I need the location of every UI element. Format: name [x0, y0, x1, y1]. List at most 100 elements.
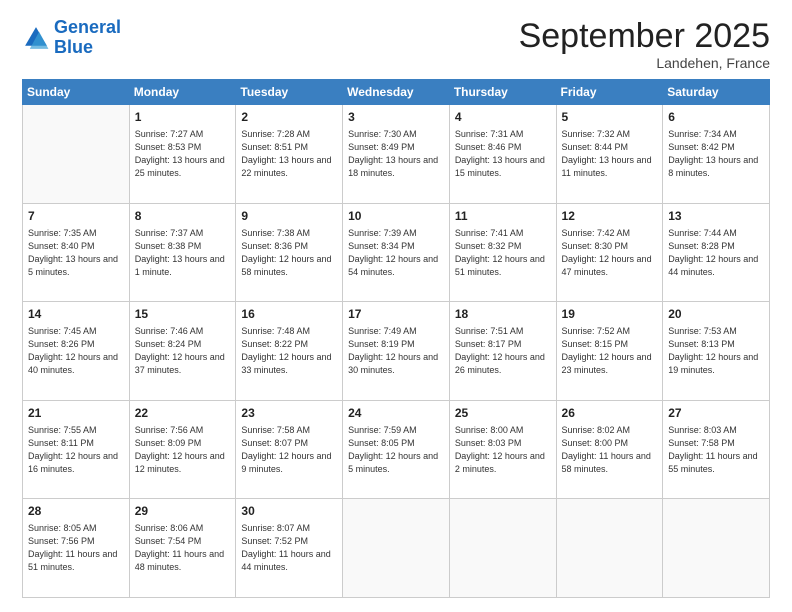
table-row: 14Sunrise: 7:45 AM Sunset: 8:26 PM Dayli… [23, 302, 130, 401]
table-row: 19Sunrise: 7:52 AM Sunset: 8:15 PM Dayli… [556, 302, 663, 401]
day-number: 22 [135, 405, 231, 422]
day-number: 21 [28, 405, 124, 422]
day-number: 25 [455, 405, 551, 422]
table-row: 23Sunrise: 7:58 AM Sunset: 8:07 PM Dayli… [236, 400, 343, 499]
day-info: Sunrise: 8:02 AM Sunset: 8:00 PM Dayligh… [562, 424, 658, 476]
table-row: 4 Sunrise: 7:31 AM Sunset: 8:46 PM Daylig… [449, 105, 556, 204]
day-info: Sunrise: 7:49 AM Sunset: 8:19 PM Dayligh… [348, 325, 444, 377]
table-row: 21 Sunrise: 7:55 AM Sunset: 8:11 PM Dayli… [23, 400, 130, 499]
day-number: 4 [455, 109, 551, 126]
day-info: Sunrise: 7:27 AM Sunset: 8:53 PM Dayligh… [135, 128, 231, 180]
table-row: 7 Sunrise: 7:35 AM Sunset: 8:40 PM Daylig… [23, 203, 130, 302]
table-row [556, 499, 663, 598]
table-row: 24 Sunrise: 7:59 AM Sunset: 8:05 PM Dayli… [343, 400, 450, 499]
calendar-week-row: 7 Sunrise: 7:35 AM Sunset: 8:40 PM Daylig… [23, 203, 770, 302]
day-info: Sunrise: 7:55 AM Sunset: 8:11 PM Dayligh… [28, 424, 124, 476]
day-info: Sunrise: 7:44 AM Sunset: 8:28 PM Dayligh… [668, 227, 764, 279]
table-row: 8 Sunrise: 7:37 AM Sunset: 8:38 PM Daylig… [129, 203, 236, 302]
day-number: 1 [135, 109, 231, 126]
day-info: Sunrise: 7:28 AM Sunset: 8:51 PM Dayligh… [241, 128, 337, 180]
table-row: 20 Sunrise: 7:53 AM Sunset: 8:13 PM Dayli… [663, 302, 770, 401]
table-row: 2 Sunrise: 7:28 AM Sunset: 8:51 PM Daylig… [236, 105, 343, 204]
day-number: 2 [241, 109, 337, 126]
calendar-week-row: 1 Sunrise: 7:27 AM Sunset: 8:53 PM Daylig… [23, 105, 770, 204]
table-row: 1 Sunrise: 7:27 AM Sunset: 8:53 PM Daylig… [129, 105, 236, 204]
day-info: Sunrise: 7:59 AM Sunset: 8:05 PM Dayligh… [348, 424, 444, 476]
col-monday: Monday [129, 80, 236, 105]
col-friday: Friday [556, 80, 663, 105]
day-number: 27 [668, 405, 764, 422]
table-row: 17 Sunrise: 7:49 AM Sunset: 8:19 PM Dayli… [343, 302, 450, 401]
page: General Blue September 2025 Landehen, Fr… [0, 0, 792, 612]
table-row: 13 Sunrise: 7:44 AM Sunset: 8:28 PM Dayli… [663, 203, 770, 302]
day-info: Sunrise: 7:53 AM Sunset: 8:13 PM Dayligh… [668, 325, 764, 377]
day-number: 26 [562, 405, 658, 422]
day-number: 10 [348, 208, 444, 225]
day-number: 16 [241, 306, 337, 323]
day-number: 17 [348, 306, 444, 323]
day-info: Sunrise: 7:58 AM Sunset: 8:07 PM Dayligh… [241, 424, 337, 476]
day-info: Sunrise: 8:07 AM Sunset: 7:52 PM Dayligh… [241, 522, 337, 574]
table-row: 25 Sunrise: 8:00 AM Sunset: 8:03 PM Dayli… [449, 400, 556, 499]
day-number: 13 [668, 208, 764, 225]
day-number: 11 [455, 208, 551, 225]
subtitle: Landehen, France [519, 55, 770, 71]
day-info: Sunrise: 7:51 AM Sunset: 8:17 PM Dayligh… [455, 325, 551, 377]
day-number: 5 [562, 109, 658, 126]
day-info: Sunrise: 8:03 AM Sunset: 7:58 PM Dayligh… [668, 424, 764, 476]
day-info: Sunrise: 7:48 AM Sunset: 8:22 PM Dayligh… [241, 325, 337, 377]
header: General Blue September 2025 Landehen, Fr… [22, 18, 770, 71]
day-number: 30 [241, 503, 337, 520]
col-sunday: Sunday [23, 80, 130, 105]
day-info: Sunrise: 7:38 AM Sunset: 8:36 PM Dayligh… [241, 227, 337, 279]
day-number: 29 [135, 503, 231, 520]
day-info: Sunrise: 7:46 AM Sunset: 8:24 PM Dayligh… [135, 325, 231, 377]
table-row: 29 Sunrise: 8:06 AM Sunset: 7:54 PM Dayli… [129, 499, 236, 598]
logo-line1: General [54, 17, 121, 37]
logo-line2: Blue [54, 37, 93, 57]
table-row: 22Sunrise: 7:56 AM Sunset: 8:09 PM Dayli… [129, 400, 236, 499]
day-number: 8 [135, 208, 231, 225]
table-row [663, 499, 770, 598]
col-thursday: Thursday [449, 80, 556, 105]
title-section: September 2025 Landehen, France [519, 18, 770, 71]
day-number: 15 [135, 306, 231, 323]
day-number: 9 [241, 208, 337, 225]
table-row: 26 Sunrise: 8:02 AM Sunset: 8:00 PM Dayli… [556, 400, 663, 499]
day-number: 18 [455, 306, 551, 323]
month-title: September 2025 [519, 18, 770, 55]
day-number: 20 [668, 306, 764, 323]
day-info: Sunrise: 8:00 AM Sunset: 8:03 PM Dayligh… [455, 424, 551, 476]
day-info: Sunrise: 8:06 AM Sunset: 7:54 PM Dayligh… [135, 522, 231, 574]
day-info: Sunrise: 7:34 AM Sunset: 8:42 PM Dayligh… [668, 128, 764, 180]
day-number: 24 [348, 405, 444, 422]
table-row: 12Sunrise: 7:42 AM Sunset: 8:30 PM Dayli… [556, 203, 663, 302]
logo: General Blue [22, 18, 121, 58]
calendar-week-row: 28 Sunrise: 8:05 AM Sunset: 7:56 PM Dayli… [23, 499, 770, 598]
table-row: 16 Sunrise: 7:48 AM Sunset: 8:22 PM Dayli… [236, 302, 343, 401]
table-row: 30 Sunrise: 8:07 AM Sunset: 7:52 PM Dayli… [236, 499, 343, 598]
calendar-header-row: Sunday Monday Tuesday Wednesday Thursday… [23, 80, 770, 105]
day-info: Sunrise: 7:35 AM Sunset: 8:40 PM Dayligh… [28, 227, 124, 279]
day-number: 7 [28, 208, 124, 225]
day-info: Sunrise: 8:05 AM Sunset: 7:56 PM Dayligh… [28, 522, 124, 574]
table-row: 11Sunrise: 7:41 AM Sunset: 8:32 PM Dayli… [449, 203, 556, 302]
table-row [23, 105, 130, 204]
day-number: 12 [562, 208, 658, 225]
day-number: 3 [348, 109, 444, 126]
calendar-week-row: 14Sunrise: 7:45 AM Sunset: 8:26 PM Dayli… [23, 302, 770, 401]
day-number: 28 [28, 503, 124, 520]
table-row: 15 Sunrise: 7:46 AM Sunset: 8:24 PM Dayli… [129, 302, 236, 401]
day-info: Sunrise: 7:37 AM Sunset: 8:38 PM Dayligh… [135, 227, 231, 279]
day-number: 6 [668, 109, 764, 126]
day-info: Sunrise: 7:30 AM Sunset: 8:49 PM Dayligh… [348, 128, 444, 180]
logo-text: General Blue [54, 18, 121, 58]
day-info: Sunrise: 7:31 AM Sunset: 8:46 PM Dayligh… [455, 128, 551, 180]
calendar-table: Sunday Monday Tuesday Wednesday Thursday… [22, 79, 770, 598]
table-row [449, 499, 556, 598]
table-row: 18 Sunrise: 7:51 AM Sunset: 8:17 PM Dayli… [449, 302, 556, 401]
col-wednesday: Wednesday [343, 80, 450, 105]
day-info: Sunrise: 7:39 AM Sunset: 8:34 PM Dayligh… [348, 227, 444, 279]
calendar-week-row: 21 Sunrise: 7:55 AM Sunset: 8:11 PM Dayli… [23, 400, 770, 499]
day-info: Sunrise: 7:45 AM Sunset: 8:26 PM Dayligh… [28, 325, 124, 377]
